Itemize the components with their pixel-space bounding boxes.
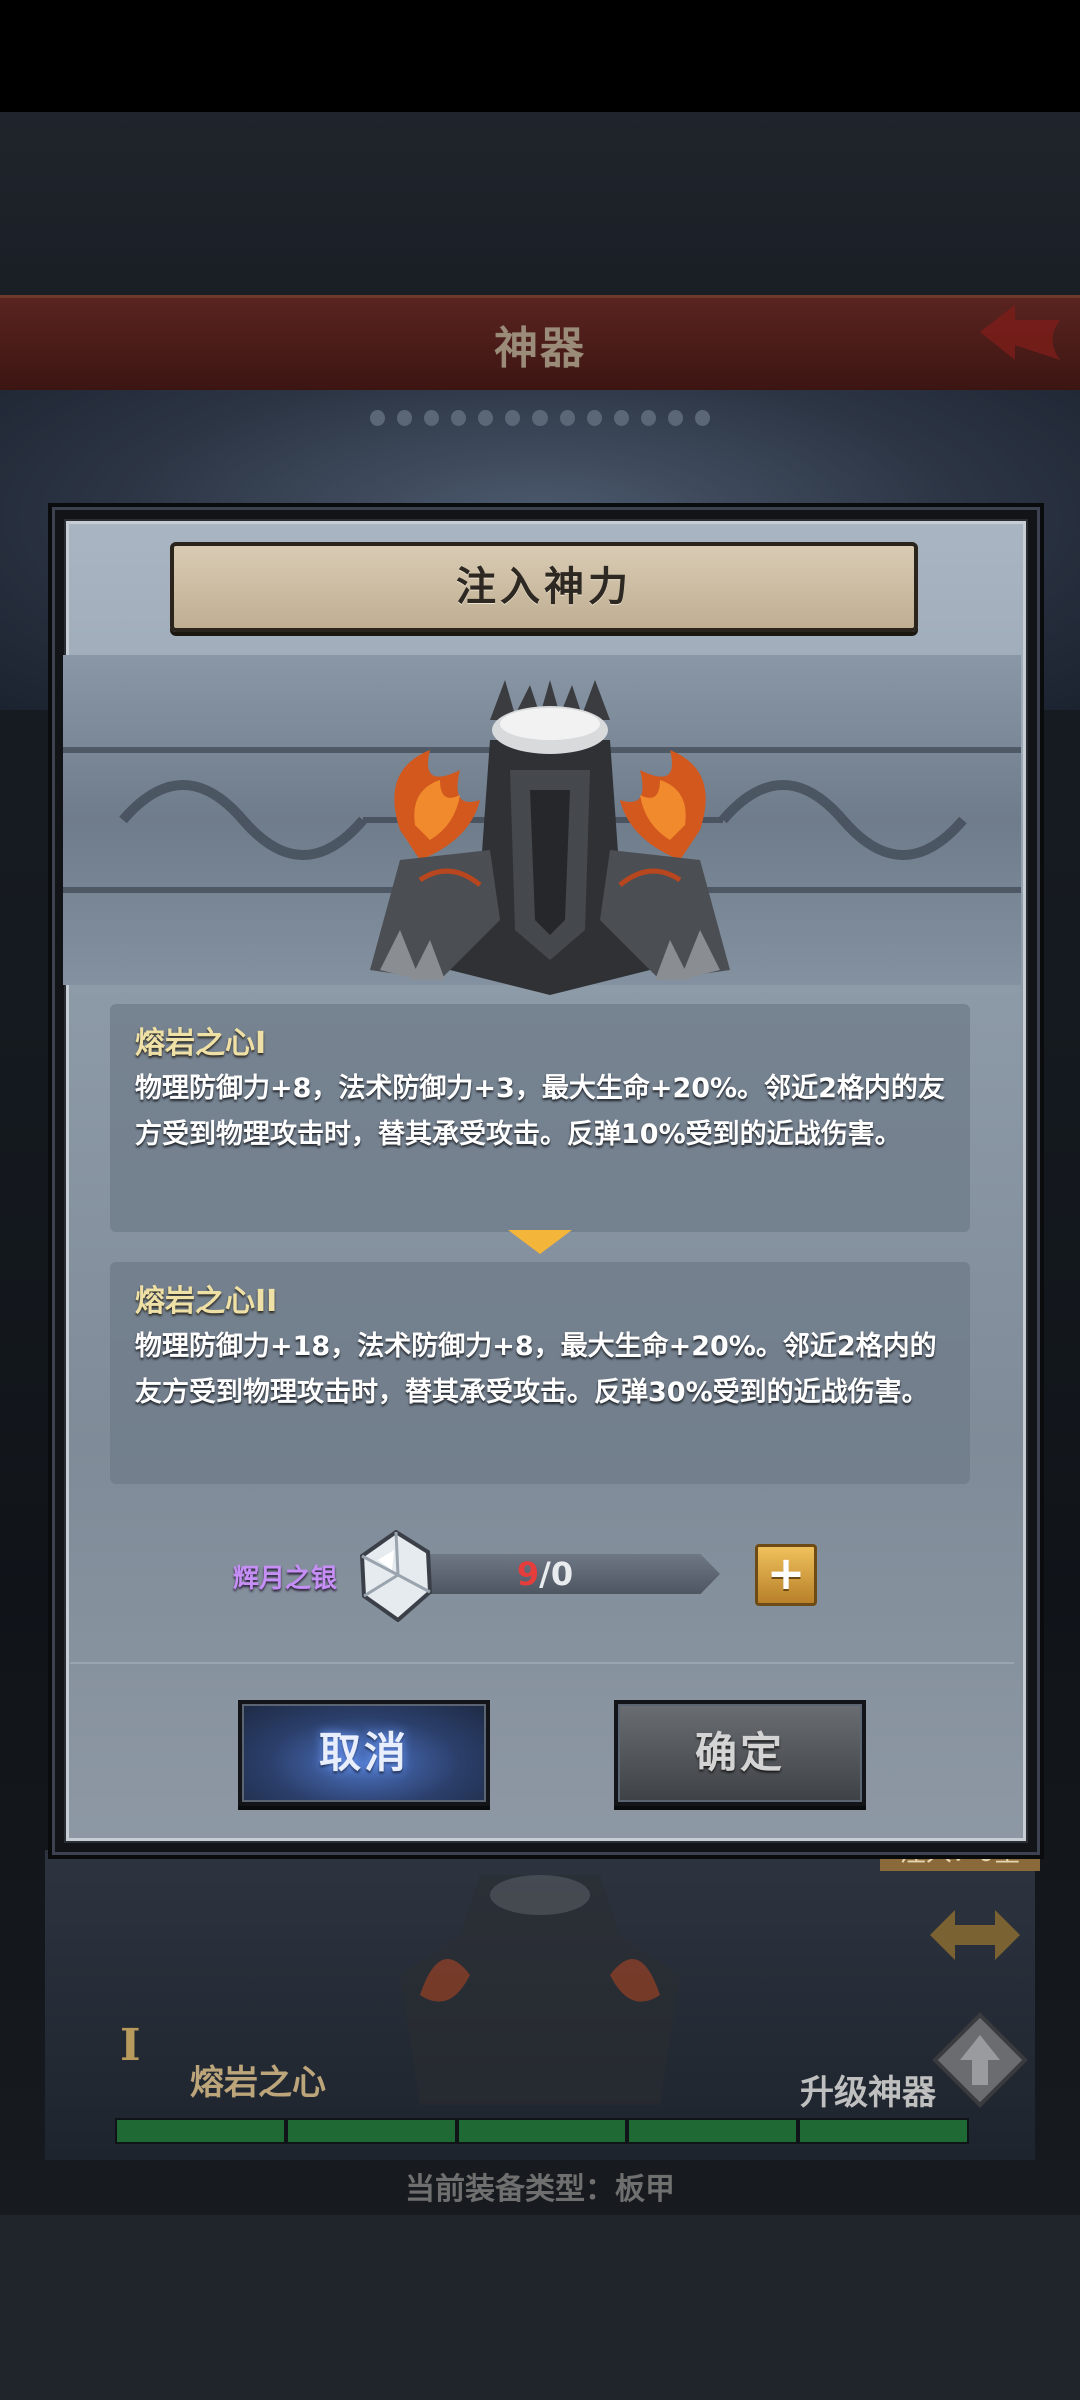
add-material-button[interactable]: + — [755, 1544, 817, 1606]
armor-image — [370, 680, 730, 995]
page-indicator — [370, 410, 711, 430]
status-bar — [0, 0, 1080, 112]
swap-icon[interactable] — [920, 1890, 1030, 1980]
dialog-title-banner: 注入神力 — [170, 542, 918, 632]
material-separator: / — [539, 1555, 551, 1593]
upgrade-progress-bar — [115, 2118, 969, 2144]
next-level-description: 物理防御力+18，法术防御力+8，最大生命+20%。邻近2格内的友方受到物理攻击… — [135, 1331, 937, 1408]
current-level-panel: 熔岩之心I 物理防御力+8，法术防御力+3，最大生命+20%。邻近2格内的友方受… — [110, 1004, 970, 1232]
upgrade-arrow-icon[interactable] — [930, 2010, 1030, 2110]
background-artifact-name: 熔岩之心 — [190, 2063, 326, 2103]
dialog-divider — [70, 1662, 1014, 1664]
material-need: 0 — [550, 1555, 574, 1593]
material-count: 9/0 — [395, 1554, 695, 1594]
back-arrow-icon[interactable] — [975, 300, 1065, 370]
cancel-button[interactable]: 取消 — [238, 1700, 490, 1806]
level-icon: I — [120, 2020, 141, 2071]
material-label: 辉月之银 — [233, 1564, 338, 1594]
next-level-panel: 熔岩之心II 物理防御力+18，法术防御力+8，最大生命+20%。邻近2格内的友… — [110, 1262, 970, 1484]
equipment-type-label: 当前装备类型：板甲 — [405, 2172, 675, 2207]
silver-crystal-icon — [359, 1530, 433, 1622]
arrow-down-icon — [508, 1230, 572, 1254]
background-bottom — [0, 2215, 1080, 2400]
next-level-name: 熔岩之心II — [135, 1284, 278, 1319]
confirm-button[interactable]: 确定 — [614, 1700, 866, 1806]
material-have: 9 — [516, 1555, 540, 1593]
upgrade-artifact-label[interactable]: 升级神器 — [800, 2065, 936, 2114]
current-level-description: 物理防御力+8，法术防御力+3，最大生命+20%。邻近2格内的友方受到物理攻击时… — [135, 1073, 945, 1150]
current-level-name: 熔岩之心I — [135, 1026, 267, 1061]
dialog-title: 注入神力 — [456, 564, 632, 610]
background-screen-title: 神器 — [494, 323, 586, 374]
background-armor-image — [400, 1875, 680, 2105]
